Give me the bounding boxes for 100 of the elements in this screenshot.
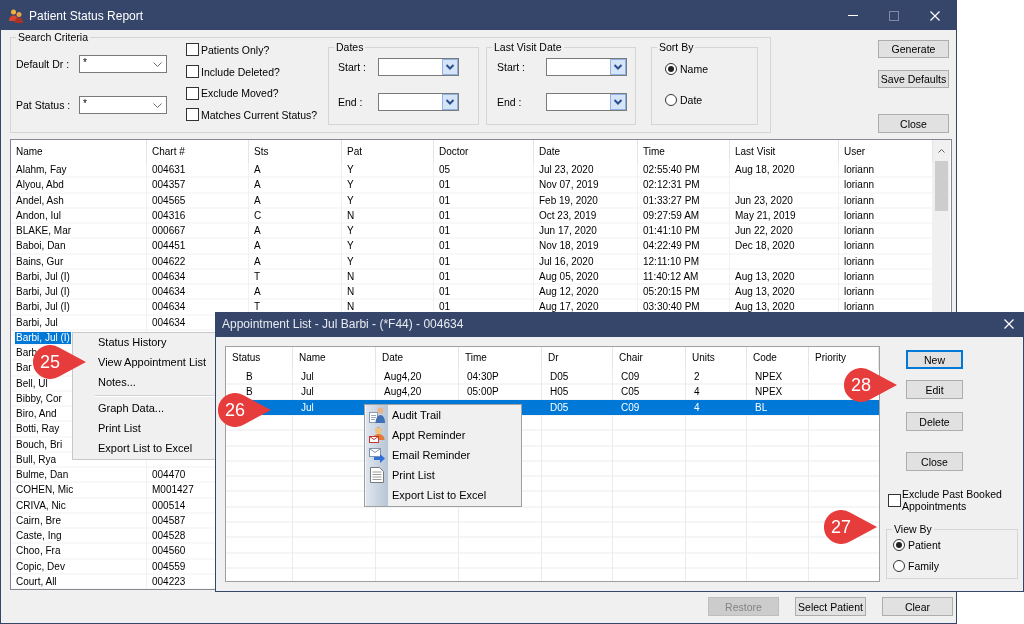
column-header[interactable]: Status [226, 347, 293, 370]
table-cell: Barbi, Jul (I) [15, 331, 71, 344]
table-cell: loriann [844, 270, 875, 283]
date-field[interactable] [378, 58, 459, 76]
close-icon[interactable] [930, 10, 940, 21]
table-cell: Barbi, Jul (I) [16, 301, 70, 314]
new-button[interactable]: New [906, 350, 963, 369]
step-callout: 27 [824, 510, 877, 544]
table-cell: C09 [621, 401, 640, 414]
checkbox[interactable] [186, 108, 199, 122]
table-cell: Oct 23, 2019 [539, 209, 597, 222]
menu-item[interactable]: Print List [365, 466, 521, 486]
column-header[interactable]: Time [459, 347, 542, 370]
column-header[interactable]: User [839, 140, 933, 163]
column-header[interactable]: Time [638, 140, 730, 163]
select-patient-button[interactable]: Select Patient [795, 597, 866, 616]
column-header[interactable]: Name [11, 140, 147, 163]
close-button[interactable]: Close [906, 452, 963, 471]
table-cell: Andel, Ash [16, 194, 64, 207]
envelope-arrow-icon [369, 447, 385, 463]
column-header[interactable]: Date [376, 347, 459, 370]
close-icon[interactable] [1004, 319, 1014, 329]
menu-item[interactable]: Export List to Excel [98, 439, 215, 459]
column-header[interactable]: Date [534, 140, 638, 163]
menu-item[interactable]: Export List to Excel [365, 486, 521, 506]
field-label: Start : [338, 61, 367, 73]
table-cell: 01:41:10 PM [643, 225, 700, 238]
column-header[interactable]: Priority [809, 347, 879, 370]
checkbox[interactable] [888, 493, 901, 507]
table-cell: Dec 18, 2020 [735, 240, 795, 253]
chevron-up-icon[interactable] [938, 149, 945, 153]
date-field[interactable] [546, 93, 627, 111]
date-field[interactable] [378, 93, 459, 111]
table-cell: NPEX [755, 371, 783, 384]
radio-button[interactable] [893, 560, 905, 572]
column-header[interactable]: Name [293, 347, 376, 370]
checkbox-label: Matches Current Status? [201, 108, 318, 121]
checkbox[interactable] [186, 86, 199, 100]
chevron-down-icon[interactable] [442, 94, 458, 110]
save-defaults-button[interactable]: Save Defaults [878, 70, 949, 88]
radio-button[interactable] [665, 93, 677, 106]
menu-item[interactable]: View Appointment List [98, 353, 215, 373]
close-button[interactable]: Close [878, 114, 949, 133]
column-header[interactable]: Last Visit [730, 140, 839, 163]
scrollbar-thumb[interactable] [935, 161, 948, 211]
column-header[interactable]: Chart # [147, 140, 249, 163]
table-cell: 004560 [152, 545, 186, 558]
table-cell: Choo, Fra [16, 545, 61, 558]
table-cell: Cairn, Bre [16, 514, 61, 527]
clear-button[interactable]: Clear [882, 597, 953, 616]
radio-button[interactable] [665, 63, 677, 75]
column-header[interactable]: Sts [249, 140, 342, 163]
radio-button[interactable] [893, 538, 905, 551]
checkbox[interactable] [186, 65, 199, 79]
group-title: Sort By [658, 41, 695, 53]
table-cell: loriann [844, 209, 875, 222]
table-cell: Jun 23, 2020 [735, 194, 793, 207]
chevron-down-icon[interactable] [610, 59, 626, 75]
edit-button[interactable]: Edit [906, 380, 963, 399]
date-field[interactable] [546, 58, 627, 76]
column-header[interactable]: Doctor [434, 140, 534, 163]
table-cell: 01 [439, 179, 451, 192]
table-cell: Nov 18, 2019 [539, 240, 599, 253]
column-header[interactable]: Code [747, 347, 809, 370]
menu-item[interactable]: Appt Reminder [365, 426, 521, 446]
table-cell: Y [347, 255, 354, 268]
generate-button[interactable]: Generate [878, 40, 949, 58]
table-cell: Baboi, Dan [16, 240, 66, 253]
dropdown-field[interactable]: * [79, 55, 167, 73]
column-header[interactable]: Dr [542, 347, 613, 370]
chevron-down-icon[interactable] [610, 94, 626, 110]
chevron-down-icon[interactable] [442, 59, 458, 75]
table-cell: Jul 23, 2020 [539, 164, 594, 177]
column-header[interactable]: Units [686, 347, 747, 370]
table-cell: 04:30P [467, 371, 499, 384]
menu-item[interactable]: Graph Data... [98, 399, 215, 419]
maximize-icon[interactable] [889, 10, 899, 21]
table-cell: loriann [844, 225, 875, 238]
delete-button[interactable]: Delete [906, 412, 963, 431]
table-cell: A [254, 286, 261, 299]
table-cell: Aug 13, 2020 [735, 286, 795, 299]
table-cell: 01 [439, 209, 451, 222]
table-cell: Bar [16, 362, 32, 375]
table-cell: COHEN, Mic [16, 484, 74, 497]
checkbox[interactable] [186, 43, 199, 57]
column-header[interactable]: Chair [613, 347, 686, 370]
menu-item[interactable]: Print List [98, 419, 215, 439]
radio-label: Family [908, 560, 939, 572]
menu-item[interactable]: Email Reminder [365, 446, 521, 466]
table-cell: 004634 [152, 270, 186, 283]
radio-label: Name [680, 63, 708, 75]
table-cell: Barbi, Jul (I) [16, 270, 70, 283]
table-cell: N [347, 286, 355, 299]
dropdown-field[interactable]: * [79, 96, 167, 114]
menu-item[interactable]: Notes... [98, 373, 215, 393]
column-header[interactable]: Pat [342, 140, 434, 163]
menu-item[interactable]: Status History [98, 333, 215, 353]
field-label: Default Dr : [16, 58, 71, 70]
table-cell: N [347, 301, 355, 314]
table-cell: loriann [844, 240, 875, 253]
